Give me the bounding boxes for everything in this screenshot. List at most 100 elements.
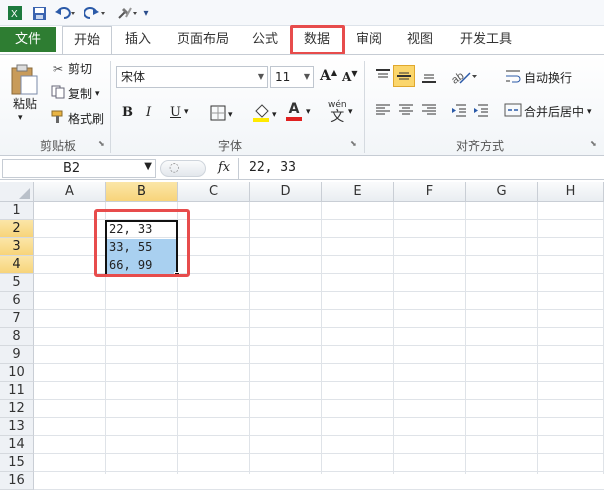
font-color-dropdown-icon[interactable]: ▾ bbox=[306, 107, 311, 117]
undo-icon[interactable] bbox=[52, 3, 78, 23]
align-top-icon[interactable] bbox=[374, 67, 392, 85]
clipboard-launcher-icon[interactable]: ⬊ bbox=[98, 139, 105, 148]
tab-formulas[interactable]: 公式 bbox=[243, 26, 287, 53]
grid-hline bbox=[34, 291, 604, 292]
align-middle-icon[interactable] bbox=[393, 65, 415, 87]
tab-view[interactable]: 视图 bbox=[398, 26, 442, 53]
tab-review[interactable]: 审阅 bbox=[347, 26, 391, 53]
column-header-d[interactable]: D bbox=[250, 182, 322, 202]
column-header-e[interactable]: E bbox=[322, 182, 394, 202]
decrease-indent-icon[interactable] bbox=[450, 101, 468, 119]
grid-hline bbox=[34, 363, 604, 364]
cut-label: 剪切 bbox=[68, 62, 93, 76]
row-header-14[interactable]: 14 bbox=[0, 436, 34, 454]
row-header-7[interactable]: 7 bbox=[0, 310, 34, 328]
row-header-16[interactable]: 16 bbox=[0, 472, 34, 490]
alignment-launcher-icon[interactable]: ⬊ bbox=[590, 139, 597, 148]
italic-button[interactable]: I bbox=[146, 105, 151, 120]
orientation-icon[interactable]: ab bbox=[450, 67, 478, 85]
borders-button[interactable]: ▾ bbox=[210, 105, 233, 124]
row-header-9[interactable]: 9 bbox=[0, 346, 34, 364]
cells-highlight bbox=[94, 209, 190, 277]
row-header-15[interactable]: 15 bbox=[0, 454, 34, 472]
underline-button[interactable]: U bbox=[170, 105, 181, 120]
row-header-8[interactable]: 8 bbox=[0, 328, 34, 346]
align-left-icon[interactable] bbox=[374, 101, 392, 119]
merge-center-label: 合并后居中 bbox=[524, 105, 585, 119]
font-size-dropdown[interactable]: 11 ▼ bbox=[270, 66, 314, 88]
bold-button[interactable]: B bbox=[122, 105, 133, 120]
row-header-12[interactable]: 12 bbox=[0, 400, 34, 418]
column-header-a[interactable]: A bbox=[34, 182, 106, 202]
wrap-text-button[interactable]: 自动换行 bbox=[504, 68, 572, 87]
customize-icon[interactable] bbox=[114, 3, 140, 23]
paste-icon[interactable] bbox=[6, 59, 42, 99]
align-right-icon[interactable] bbox=[420, 101, 438, 119]
merge-dropdown-icon[interactable]: ▾ bbox=[587, 107, 592, 117]
formula-value: 22, 33 bbox=[249, 160, 296, 175]
column-header-f[interactable]: F bbox=[394, 182, 466, 202]
phonetic-char: 文 bbox=[330, 109, 345, 125]
font-color-label: A bbox=[288, 101, 300, 117]
shrink-arrow-icon: ▼ bbox=[351, 68, 358, 78]
row-header-13[interactable]: 13 bbox=[0, 418, 34, 436]
qat-more-icon[interactable]: ▾ bbox=[140, 3, 152, 23]
merge-center-button[interactable]: 合并后居中 ▾ bbox=[504, 102, 592, 121]
formula-bar-expander[interactable]: ◌ bbox=[160, 160, 206, 177]
redo-icon[interactable] bbox=[82, 3, 108, 23]
fill-color-dropdown-icon: ▾ bbox=[272, 109, 277, 120]
format-painter-button[interactable]: 格式刷 bbox=[50, 110, 104, 127]
shrink-font-button[interactable]: A ▼ bbox=[342, 68, 358, 84]
font-color-swatch bbox=[286, 117, 302, 121]
tab-insert[interactable]: 插入 bbox=[116, 26, 160, 53]
paste-dropdown-icon[interactable]: ▾ bbox=[18, 113, 23, 123]
row-header-10[interactable]: 10 bbox=[0, 364, 34, 382]
font-color-button[interactable]: A bbox=[286, 101, 302, 121]
tab-file[interactable]: 文件 bbox=[0, 27, 56, 52]
row-header-11[interactable]: 11 bbox=[0, 382, 34, 400]
formula-input[interactable]: 22, 33 bbox=[238, 158, 604, 179]
row-header-4[interactable]: 4 bbox=[0, 256, 34, 274]
save-icon[interactable] bbox=[30, 3, 48, 23]
name-box-value: B2 bbox=[63, 161, 81, 176]
copy-dropdown-icon[interactable]: ▾ bbox=[95, 89, 100, 99]
font-launcher-icon[interactable]: ⬊ bbox=[350, 139, 357, 148]
tab-developer[interactable]: 开发工具 bbox=[451, 26, 521, 53]
row-header-1[interactable]: 1 bbox=[0, 202, 34, 220]
underline-dropdown-icon[interactable]: ▾ bbox=[184, 107, 189, 117]
chevron-down-icon: ▼ bbox=[144, 161, 152, 172]
copy-button[interactable]: 复制 ▾ bbox=[50, 85, 100, 102]
worksheet-grid[interactable]: ABCDEFGH 1 2 3 4 5 6 7 8 9 10 11 12 13 14 15 16 22, 33 3… bbox=[0, 182, 604, 490]
phonetic-button[interactable]: wén 文 bbox=[328, 99, 347, 125]
data-tab-highlight bbox=[290, 25, 345, 55]
align-bottom-icon[interactable] bbox=[420, 67, 438, 85]
row-header-5[interactable]: 5 bbox=[0, 274, 34, 292]
separator bbox=[110, 61, 111, 153]
column-header-c[interactable]: C bbox=[178, 182, 250, 202]
font-name-dropdown[interactable]: 宋体 ▼ bbox=[116, 66, 268, 88]
paste-button[interactable]: 粘贴 bbox=[10, 95, 40, 112]
tab-home[interactable]: 开始 bbox=[62, 26, 112, 54]
column-header-h[interactable]: H bbox=[538, 182, 604, 202]
tab-page-layout[interactable]: 页面布局 bbox=[168, 26, 238, 53]
row-header-6[interactable]: 6 bbox=[0, 292, 34, 310]
column-header-g[interactable]: G bbox=[466, 182, 538, 202]
clipboard-group-label: 剪贴板 bbox=[39, 139, 76, 153]
cut-button[interactable]: ✂ 剪切 bbox=[50, 60, 92, 77]
column-header-b[interactable]: B bbox=[106, 182, 178, 202]
align-center-icon[interactable] bbox=[397, 101, 415, 119]
fill-color-button[interactable]: ▾ bbox=[252, 103, 277, 126]
grow-font-button[interactable]: A ▲ bbox=[320, 67, 337, 84]
grid-vline bbox=[321, 202, 322, 474]
phonetic-dropdown-icon[interactable]: ▾ bbox=[348, 107, 353, 117]
font-size-value: 11 bbox=[275, 70, 291, 84]
row-header-3[interactable]: 3 bbox=[0, 238, 34, 256]
select-all-corner[interactable] bbox=[0, 182, 34, 202]
insert-function-button[interactable]: fx bbox=[218, 160, 230, 175]
grid-hline bbox=[34, 345, 604, 346]
chevron-down-icon: ▼ bbox=[257, 72, 264, 81]
increase-indent-icon[interactable] bbox=[472, 101, 490, 119]
row-header-2[interactable]: 2 bbox=[0, 220, 34, 238]
grid-hline bbox=[34, 417, 604, 418]
name-box[interactable]: B2 ▼ bbox=[2, 159, 156, 178]
